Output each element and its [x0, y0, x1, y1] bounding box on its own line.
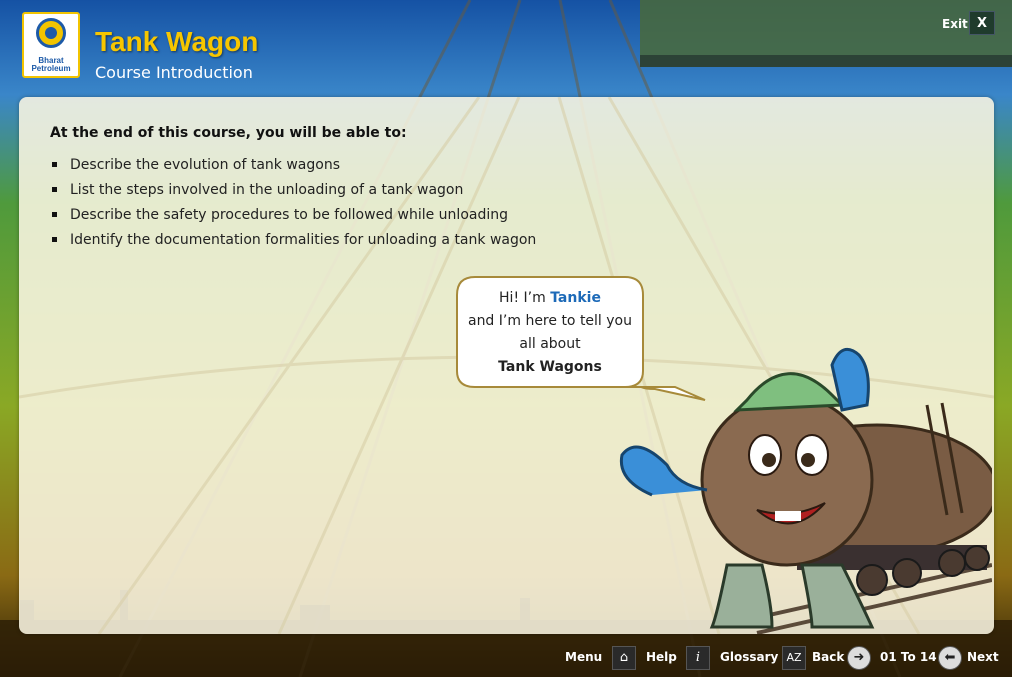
bubble-greeting: Hi! I’m	[499, 290, 551, 306]
objectives-list: Describe the evolution of tank wagons Li…	[50, 155, 536, 255]
home-icon[interactable]: ⌂	[612, 646, 636, 670]
exit-label[interactable]: Exit	[942, 17, 968, 31]
header: Bharat Petroleum Tank Wagon Course Intro…	[0, 0, 1012, 96]
mascot-name: Tankie	[550, 290, 601, 306]
back-arrow-icon[interactable]: ➜	[847, 646, 871, 670]
menu-link[interactable]: Menu	[565, 650, 602, 664]
help-link[interactable]: Help	[646, 650, 677, 664]
page-indicator: 01 To 14	[880, 650, 937, 664]
objective-item: Identify the documentation formalities f…	[50, 230, 536, 255]
az-icon[interactable]: AZ	[782, 646, 806, 670]
next-arrow-icon[interactable]: ⬅	[938, 646, 962, 670]
footer-nav: Menu ⌂ Help i Glossary AZ Back ➜ 01 To 1…	[0, 640, 1012, 677]
next-button[interactable]: Next	[967, 650, 999, 664]
info-icon[interactable]: i	[686, 646, 710, 670]
objectives-heading: At the end of this course, you will be a…	[50, 125, 407, 141]
glossary-link[interactable]: Glossary	[720, 650, 778, 664]
page-title: Tank Wagon	[95, 26, 259, 57]
objective-item: List the steps involved in the unloading…	[50, 180, 536, 205]
bharat-petroleum-logo: Bharat Petroleum	[22, 12, 80, 78]
logo-emblem-icon	[36, 18, 66, 48]
objective-item: Describe the evolution of tank wagons	[50, 155, 536, 180]
logo-text-line2: Petroleum	[31, 64, 71, 73]
page-subtitle: Course Introduction	[95, 63, 253, 82]
content-panel: At the end of this course, you will be a…	[19, 97, 994, 634]
objective-item: Describe the safety procedures to be fol…	[50, 205, 536, 230]
tankie-mascot-image	[619, 347, 992, 634]
back-button[interactable]: Back	[812, 650, 844, 664]
exit-button[interactable]: X	[969, 11, 995, 35]
